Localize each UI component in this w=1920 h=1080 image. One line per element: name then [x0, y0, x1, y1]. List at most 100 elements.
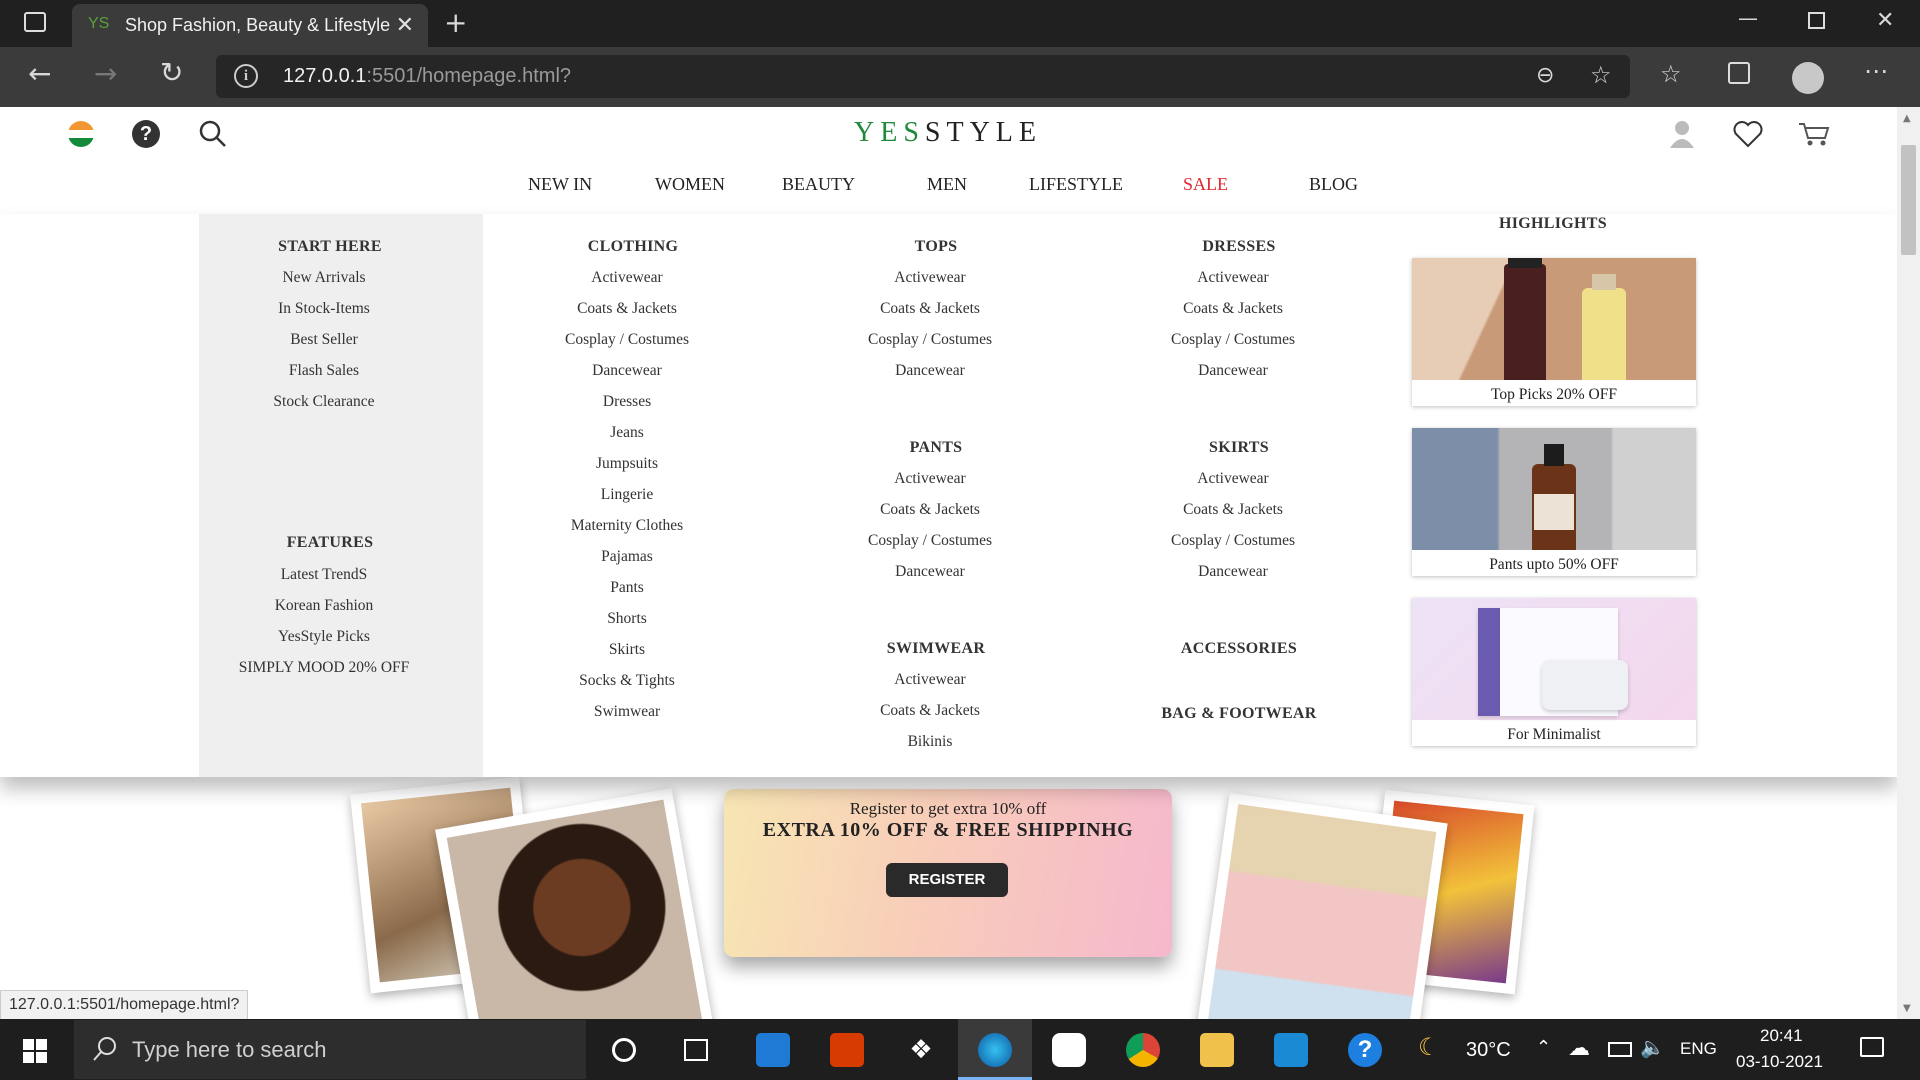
restore-icon[interactable]: [1808, 12, 1825, 29]
clothing-link[interactable]: Jeans: [497, 424, 757, 442]
features-link[interactable]: YesStyle Picks: [194, 628, 454, 646]
add-favorite-icon[interactable]: ☆: [1590, 61, 1612, 89]
tops-link[interactable]: Cosplay / Costumes: [800, 331, 1060, 349]
swimwear-link[interactable]: Activewear: [800, 671, 1060, 689]
skirts-link[interactable]: Coats & Jackets: [1103, 501, 1363, 519]
vscode-icon[interactable]: [1274, 1033, 1308, 1067]
minimize-icon[interactable]: —: [1738, 6, 1758, 30]
clothing-link[interactable]: Jumpsuits: [497, 455, 757, 473]
weather-moon-icon[interactable]: ☾: [1418, 1033, 1440, 1062]
start-here-link[interactable]: Flash Sales: [194, 362, 454, 380]
clothing-link[interactable]: Pajamas: [497, 548, 757, 566]
battery-icon[interactable]: [1608, 1042, 1632, 1057]
register-button[interactable]: REGISTER: [886, 863, 1008, 897]
swimwear-link[interactable]: Coats & Jackets: [800, 702, 1060, 720]
clothing-link[interactable]: Coats & Jackets: [497, 300, 757, 318]
accessories-heading[interactable]: ACCESSORIES: [1119, 640, 1359, 658]
scroll-up-icon[interactable]: ▲: [1903, 113, 1911, 124]
clothing-link[interactable]: Pants: [497, 579, 757, 597]
refresh-icon[interactable]: ↻: [160, 56, 183, 89]
nav-women[interactable]: WOMEN: [655, 174, 725, 195]
more-icon[interactable]: ⋯: [1864, 57, 1888, 85]
collections-icon[interactable]: [1728, 62, 1750, 84]
search-icon[interactable]: [198, 119, 228, 149]
edge-icon[interactable]: [978, 1033, 1012, 1067]
swimwear-link[interactable]: Bikinis: [800, 733, 1060, 751]
office-icon[interactable]: [830, 1033, 864, 1067]
bag-footwear-heading[interactable]: BAG & FOOTWEAR: [1119, 705, 1359, 723]
cart-icon[interactable]: [1798, 121, 1830, 147]
skirts-link[interactable]: Cosplay / Costumes: [1103, 532, 1363, 550]
forward-icon[interactable]: →: [94, 57, 117, 90]
slack-icon[interactable]: [1052, 1033, 1086, 1067]
back-icon[interactable]: ←: [28, 57, 51, 90]
volume-icon[interactable]: 🔈: [1640, 1035, 1665, 1060]
nav-lifestyle[interactable]: LIFESTYLE: [1029, 174, 1123, 195]
window-close-icon[interactable]: ✕: [1876, 8, 1894, 33]
tops-link[interactable]: Activewear: [800, 269, 1060, 287]
pants-link[interactable]: Cosplay / Costumes: [800, 532, 1060, 550]
skirts-link[interactable]: Dancewear: [1103, 563, 1363, 581]
start-here-link[interactable]: Stock Clearance: [194, 393, 454, 411]
dresses-link[interactable]: Dancewear: [1103, 362, 1363, 380]
dresses-link[interactable]: Coats & Jackets: [1103, 300, 1363, 318]
clothing-link[interactable]: Swimwear: [497, 703, 757, 721]
clock-date[interactable]: 03-10-2021: [1736, 1052, 1823, 1072]
clock-time[interactable]: 20:41: [1760, 1026, 1803, 1046]
tops-link[interactable]: Dancewear: [800, 362, 1060, 380]
browser-tab[interactable]: YS Shop Fashion, Beauty & Lifestyle ✕: [72, 4, 428, 47]
weather-temperature[interactable]: 30°C: [1466, 1039, 1511, 1062]
mail-icon[interactable]: [756, 1033, 790, 1067]
clothing-link[interactable]: Cosplay / Costumes: [497, 331, 757, 349]
india-flag-icon[interactable]: [68, 121, 94, 147]
clothing-link[interactable]: Socks & Tights: [497, 672, 757, 690]
nav-sale[interactable]: SALE: [1183, 174, 1228, 195]
new-tab-icon[interactable]: +: [444, 6, 467, 39]
taskbar-search[interactable]: Type here to search: [74, 1020, 586, 1079]
dresses-link[interactable]: Cosplay / Costumes: [1103, 331, 1363, 349]
help-app-icon[interactable]: ?: [1348, 1033, 1382, 1067]
start-here-link[interactable]: Best Seller: [194, 331, 454, 349]
highlight-card-pants[interactable]: Pants upto 50% OFF: [1412, 428, 1696, 576]
profile-avatar[interactable]: [1792, 62, 1824, 94]
site-logo[interactable]: YESSTYLE: [854, 117, 1042, 149]
help-icon[interactable]: ?: [132, 120, 160, 148]
highlight-card-top-picks[interactable]: Top Picks 20% OFF: [1412, 258, 1696, 406]
tab-actions-icon[interactable]: [24, 12, 46, 32]
pants-link[interactable]: Activewear: [800, 470, 1060, 488]
skirts-link[interactable]: Activewear: [1103, 470, 1363, 488]
clothing-link[interactable]: Lingerie: [497, 486, 757, 504]
features-link[interactable]: SIMPLY MOOD 20% OFF: [194, 659, 454, 677]
clothing-link[interactable]: Maternity Clothes: [497, 517, 757, 535]
page-scrollbar[interactable]: ▲ ▼: [1897, 107, 1920, 1019]
wishlist-heart-icon[interactable]: [1733, 120, 1763, 148]
clothing-link[interactable]: Skirts: [497, 641, 757, 659]
highlight-card-minimalist[interactable]: For Minimalist: [1412, 598, 1696, 746]
scroll-down-icon[interactable]: ▼: [1903, 1003, 1911, 1014]
start-here-link[interactable]: New Arrivals: [194, 269, 454, 287]
windows-start-icon[interactable]: [23, 1039, 47, 1063]
pants-link[interactable]: Dancewear: [800, 563, 1060, 581]
show-hidden-icons-icon[interactable]: ⌃: [1536, 1037, 1551, 1058]
scrollbar-thumb[interactable]: [1901, 145, 1916, 255]
clothing-link[interactable]: Dresses: [497, 393, 757, 411]
clothing-link[interactable]: Dancewear: [497, 362, 757, 380]
tops-link[interactable]: Coats & Jackets: [800, 300, 1060, 318]
pants-link[interactable]: Coats & Jackets: [800, 501, 1060, 519]
start-here-link[interactable]: In Stock-Items: [194, 300, 454, 318]
features-link[interactable]: Latest TrendS: [194, 566, 454, 584]
address-bar[interactable]: i 127.0.0.1:5501/homepage.html? ⊖ ☆: [216, 55, 1630, 98]
account-icon[interactable]: [1668, 118, 1696, 148]
nav-men[interactable]: MEN: [927, 174, 967, 195]
nav-new-in[interactable]: NEW IN: [528, 174, 592, 195]
nav-beauty[interactable]: BEAUTY: [782, 174, 855, 195]
clothing-link[interactable]: Activewear: [497, 269, 757, 287]
zoom-icon[interactable]: ⊖: [1536, 63, 1554, 88]
cortana-icon[interactable]: [612, 1038, 636, 1062]
clothing-link[interactable]: Shorts: [497, 610, 757, 628]
chrome-icon[interactable]: [1126, 1033, 1160, 1067]
file-explorer-icon[interactable]: [1200, 1033, 1234, 1067]
dresses-link[interactable]: Activewear: [1103, 269, 1363, 287]
input-language[interactable]: ENG: [1680, 1039, 1717, 1059]
favorites-icon[interactable]: ☆: [1660, 60, 1682, 88]
